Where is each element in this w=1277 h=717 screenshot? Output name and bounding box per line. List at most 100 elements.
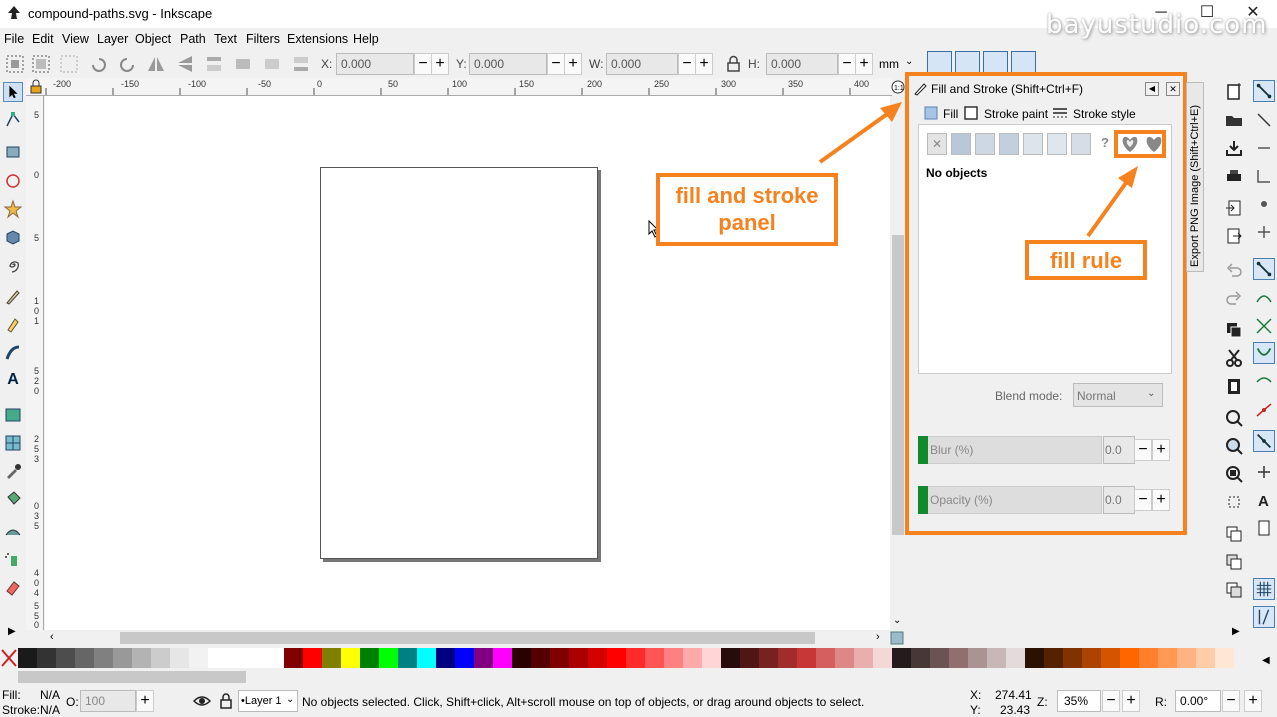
zoom-drawing-icon[interactable]	[1224, 436, 1244, 456]
color-swatch[interactable]	[151, 648, 170, 668]
opacity-decrement-button[interactable]: −	[1134, 489, 1152, 511]
snap-toggle-icon[interactable]	[1253, 80, 1275, 102]
spiral-tool-icon[interactable]	[3, 255, 23, 275]
color-swatch[interactable]	[246, 648, 265, 668]
new-document-icon[interactable]	[1224, 82, 1244, 102]
clone-icon[interactable]	[1224, 552, 1244, 572]
menu-view[interactable]: View	[62, 32, 89, 46]
select-all-icon[interactable]	[4, 53, 26, 75]
eraser-tool-icon[interactable]	[3, 577, 23, 597]
save-icon[interactable]	[1224, 138, 1244, 158]
color-swatch[interactable]	[778, 648, 797, 668]
color-swatch[interactable]	[170, 648, 189, 668]
flat-color-button[interactable]	[951, 133, 971, 155]
color-swatch[interactable]	[987, 648, 1006, 668]
calligraphy-tool-icon[interactable]	[3, 343, 23, 363]
snap-object-centers-icon[interactable]	[1253, 430, 1275, 452]
color-managed-icon[interactable]	[890, 631, 904, 645]
snap-smooth-icon[interactable]	[1254, 372, 1274, 392]
flip-vertical-icon[interactable]	[174, 53, 196, 75]
snap-midpoints-icon[interactable]	[1254, 400, 1274, 420]
open-icon[interactable]	[1224, 110, 1244, 130]
y-increment-button[interactable]: +	[564, 53, 582, 75]
snap-bbox-midpoint-icon[interactable]	[1254, 194, 1274, 214]
color-swatch[interactable]	[873, 648, 892, 668]
opacity-status-input[interactable]: 100	[80, 690, 136, 712]
snap-bbox-icon[interactable]	[1254, 110, 1274, 130]
rotate-increment-button[interactable]: +	[1244, 690, 1262, 712]
tab-fill[interactable]: Fill	[943, 107, 958, 121]
snap-bbox-corner-icon[interactable]	[1254, 166, 1274, 186]
color-swatch[interactable]	[835, 648, 854, 668]
y-input[interactable]: 0.000	[469, 53, 547, 75]
color-swatch[interactable]	[702, 648, 721, 668]
snap-text-baseline-icon[interactable]: A	[1254, 490, 1274, 510]
color-swatch[interactable]	[227, 648, 246, 668]
color-swatch[interactable]	[626, 648, 645, 668]
export-png-side-tab[interactable]: Export PNG Image (Shift+Ctrl+E)	[1186, 82, 1204, 272]
color-swatch[interactable]	[398, 648, 417, 668]
lower-icon[interactable]	[261, 53, 283, 75]
color-swatch[interactable]	[455, 648, 474, 668]
palette-menu-icon[interactable]: ◀	[1262, 655, 1270, 666]
toolbox-more-icon[interactable]: ▶	[8, 626, 16, 637]
redo-icon[interactable]	[1224, 288, 1244, 308]
paste-icon[interactable]	[1224, 376, 1244, 396]
mesh-gradient-button[interactable]	[1023, 133, 1043, 155]
export-icon[interactable]	[1224, 226, 1244, 246]
radial-gradient-button[interactable]	[999, 133, 1019, 155]
tweak-tool-icon[interactable]	[3, 521, 23, 541]
import-icon[interactable]	[1224, 198, 1244, 218]
color-swatch[interactable]	[341, 648, 360, 668]
color-swatch[interactable]	[740, 648, 759, 668]
menu-file[interactable]: File	[4, 32, 24, 46]
pencil-tool-icon[interactable]	[3, 287, 23, 307]
rotate-cw-icon[interactable]	[116, 53, 138, 75]
menu-path[interactable]: Path	[180, 32, 206, 46]
menu-help[interactable]: Help	[353, 32, 379, 46]
rotation-input[interactable]: 0.00°	[1175, 690, 1221, 712]
zoom-in-button[interactable]: +	[1122, 690, 1140, 712]
color-swatch[interactable]	[1063, 648, 1082, 668]
horizontal-scroll-thumb[interactable]	[120, 632, 815, 644]
color-swatch[interactable]	[208, 648, 227, 668]
color-swatch[interactable]	[797, 648, 816, 668]
pen-tool-icon[interactable]	[3, 315, 23, 335]
h-decrement-button[interactable]: −	[838, 53, 856, 75]
snap-bbox-center-icon[interactable]	[1254, 222, 1274, 242]
selector-tool-icon[interactable]	[3, 82, 23, 102]
unit-select[interactable]: mm	[879, 57, 899, 71]
color-swatch[interactable]	[56, 648, 75, 668]
swatch-button[interactable]	[1071, 133, 1091, 155]
color-swatch[interactable]	[303, 648, 322, 668]
color-swatch[interactable]	[892, 648, 911, 668]
color-swatch[interactable]	[417, 648, 436, 668]
snap-nodes-icon[interactable]	[1253, 258, 1275, 280]
zoom-input[interactable]: 35%	[1057, 690, 1101, 712]
color-swatch[interactable]	[265, 648, 284, 668]
lock-icon[interactable]	[722, 53, 744, 75]
color-swatch[interactable]	[1196, 648, 1215, 668]
paint-bucket-tool-icon[interactable]	[3, 489, 23, 509]
color-swatch[interactable]	[1139, 648, 1158, 668]
color-swatch[interactable]	[645, 648, 664, 668]
menu-filters[interactable]: Filters	[246, 32, 280, 46]
panel-close-button[interactable]: ✕	[1166, 82, 1180, 96]
zoom-selection-icon[interactable]	[1224, 408, 1244, 428]
x-increment-button[interactable]: +	[431, 53, 449, 75]
menu-edit[interactable]: Edit	[32, 32, 54, 46]
text-tool-icon[interactable]: A	[3, 371, 23, 391]
color-swatch[interactable]	[37, 648, 56, 668]
raise-icon[interactable]	[232, 53, 254, 75]
color-swatch[interactable]	[759, 648, 778, 668]
transform-icon[interactable]	[1224, 492, 1244, 512]
flip-horizontal-icon[interactable]	[145, 53, 167, 75]
color-swatch[interactable]	[322, 648, 341, 668]
snap-intersection-icon[interactable]	[1254, 316, 1274, 336]
color-swatch[interactable]	[683, 648, 702, 668]
h-increment-button[interactable]: +	[855, 53, 873, 75]
snap-paths-icon[interactable]	[1254, 288, 1274, 308]
color-swatch[interactable]	[379, 648, 398, 668]
deselect-icon[interactable]	[58, 53, 80, 75]
color-swatch[interactable]	[949, 648, 968, 668]
